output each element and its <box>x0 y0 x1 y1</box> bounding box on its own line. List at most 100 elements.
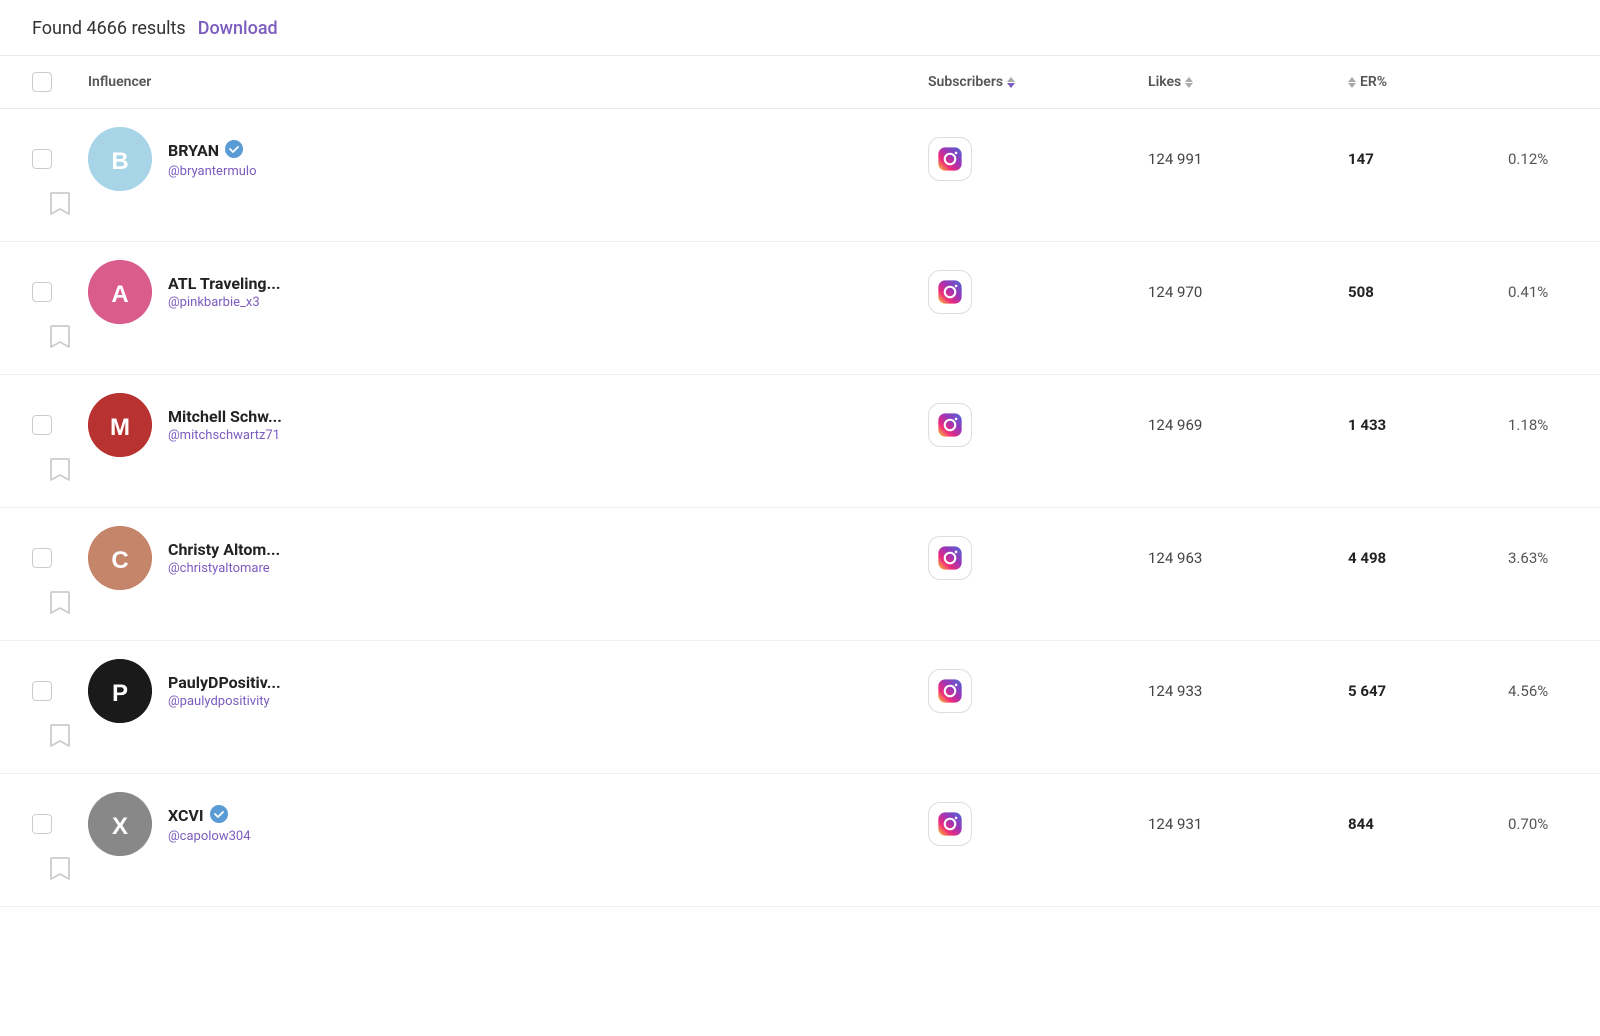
likes-cell-4: 4 498 <box>1348 549 1508 567</box>
instagram-icon-2 <box>928 270 972 314</box>
subscribers-column-header[interactable]: Subscribers <box>928 74 1148 90</box>
bookmark-cell-2[interactable] <box>32 324 88 356</box>
avatar-1: B <box>88 127 152 191</box>
bookmark-icon-1[interactable] <box>49 191 71 223</box>
verified-icon-1 <box>225 140 243 162</box>
influencer-name-5: PaulyDPositiv... <box>168 673 281 692</box>
likes-cell-5: 5 647 <box>1348 682 1508 700</box>
likes-sort-icon[interactable] <box>1185 77 1193 88</box>
instagram-icon-3 <box>928 403 972 447</box>
bookmark-icon-2[interactable] <box>49 324 71 356</box>
platform-cell-4 <box>928 536 1148 580</box>
likes-cell-2: 508 <box>1348 283 1508 301</box>
row-checkbox-1[interactable] <box>32 149 52 169</box>
subscribers-cell-1: 124 991 <box>1148 150 1348 168</box>
avatar-3: M <box>88 393 152 457</box>
verified-icon-6 <box>210 805 228 827</box>
top-bar: Found 4666 results Download <box>0 0 1600 56</box>
bookmark-icon-5[interactable] <box>49 723 71 755</box>
svg-text:M: M <box>110 414 130 441</box>
table-row: C Christy Altom... @christyaltomare <box>0 508 1600 641</box>
influencer-info-5: PaulyDPositiv... @paulydpositivity <box>168 673 281 709</box>
bookmark-cell-3[interactable] <box>32 457 88 489</box>
influencer-handle-1[interactable]: @bryantermulo <box>168 164 257 179</box>
influencer-handle-3[interactable]: @mitchschwartz71 <box>168 428 282 443</box>
svg-text:X: X <box>112 813 128 840</box>
likes-cell-6: 844 <box>1348 815 1508 833</box>
avatar-2: A <box>88 260 152 324</box>
row-checkbox-5[interactable] <box>32 681 52 701</box>
instagram-icon-5 <box>928 669 972 713</box>
influencer-handle-6[interactable]: @capolow304 <box>168 829 251 844</box>
likes-cell-3: 1 433 <box>1348 416 1508 434</box>
avatar-4: C <box>88 526 152 590</box>
subscribers-cell-2: 124 970 <box>1148 283 1348 301</box>
influencer-info-2: ATL Traveling... @pinkbarbie_x3 <box>168 274 281 310</box>
row-checkbox-cell-6[interactable] <box>32 814 88 834</box>
er-sort-icon-left[interactable] <box>1348 77 1356 88</box>
row-checkbox-cell-1[interactable] <box>32 149 88 169</box>
row-checkbox-6[interactable] <box>32 814 52 834</box>
influencer-name-4: Christy Altom... <box>168 540 280 559</box>
subscribers-cell-6: 124 931 <box>1148 815 1348 833</box>
subscribers-cell-3: 124 969 <box>1148 416 1348 434</box>
table-row: M Mitchell Schw... @mitchschwartz71 <box>0 375 1600 508</box>
bookmark-icon-4[interactable] <box>49 590 71 622</box>
found-results-text: Found 4666 results <box>32 18 186 39</box>
influencer-name-2: ATL Traveling... <box>168 274 281 293</box>
download-link[interactable]: Download <box>198 18 278 39</box>
er-cell-3: 1.18% <box>1508 416 1568 434</box>
table-row: P PaulyDPositiv... @paulydpositivity <box>0 641 1600 774</box>
row-checkbox-cell-3[interactable] <box>32 415 88 435</box>
table-row: A ATL Traveling... @pinkbarbie_x3 <box>0 242 1600 375</box>
er-cell-4: 3.63% <box>1508 549 1568 567</box>
subscribers-sort-icon[interactable] <box>1007 77 1015 88</box>
influencer-cell-2: A ATL Traveling... @pinkbarbie_x3 <box>88 260 928 324</box>
bookmark-cell-6[interactable] <box>32 856 88 888</box>
influencer-handle-5[interactable]: @paulydpositivity <box>168 694 281 709</box>
influencer-cell-6: X XCVI @capolow304 <box>88 792 928 856</box>
influencer-cell-4: C Christy Altom... @christyaltomare <box>88 526 928 590</box>
row-checkbox-cell-2[interactable] <box>32 282 88 302</box>
platform-cell-5 <box>928 669 1148 713</box>
influencer-handle-2[interactable]: @pinkbarbie_x3 <box>168 295 281 310</box>
influencer-info-6: XCVI @capolow304 <box>168 805 251 844</box>
svg-text:A: A <box>111 281 128 308</box>
row-checkbox-cell-4[interactable] <box>32 548 88 568</box>
influencer-cell-1: B BRYAN @bryantermulo <box>88 127 928 191</box>
row-checkbox-2[interactable] <box>32 282 52 302</box>
influencer-info-3: Mitchell Schw... @mitchschwartz71 <box>168 407 282 443</box>
bookmark-icon-3[interactable] <box>49 457 71 489</box>
row-checkbox-cell-5[interactable] <box>32 681 88 701</box>
influencer-name-1: BRYAN <box>168 140 257 162</box>
instagram-icon-4 <box>928 536 972 580</box>
influencer-info-1: BRYAN @bryantermulo <box>168 140 257 179</box>
select-all-checkbox[interactable] <box>32 72 52 92</box>
table-row: X XCVI @capolow304 <box>0 774 1600 907</box>
bookmark-icon-6[interactable] <box>49 856 71 888</box>
influencer-cell-3: M Mitchell Schw... @mitchschwartz71 <box>88 393 928 457</box>
likes-column-header[interactable]: Likes <box>1148 74 1348 90</box>
instagram-icon-6 <box>928 802 972 846</box>
platform-cell-6 <box>928 802 1148 846</box>
influencer-handle-4[interactable]: @christyaltomare <box>168 561 280 576</box>
bookmark-cell-5[interactable] <box>32 723 88 755</box>
influencer-column-header: Influencer <box>88 74 928 90</box>
likes-cell-1: 147 <box>1348 150 1508 168</box>
er-cell-6: 0.70% <box>1508 815 1568 833</box>
er-column-header[interactable]: ER% <box>1348 74 1508 90</box>
influencer-cell-5: P PaulyDPositiv... @paulydpositivity <box>88 659 928 723</box>
platform-cell-2 <box>928 270 1148 314</box>
row-checkbox-4[interactable] <box>32 548 52 568</box>
select-all-checkbox-cell[interactable] <box>32 72 88 92</box>
svg-text:P: P <box>112 680 128 707</box>
row-checkbox-3[interactable] <box>32 415 52 435</box>
platform-cell-1 <box>928 137 1148 181</box>
platform-cell-3 <box>928 403 1148 447</box>
avatar-5: P <box>88 659 152 723</box>
subscribers-cell-5: 124 933 <box>1148 682 1348 700</box>
bookmark-cell-4[interactable] <box>32 590 88 622</box>
instagram-icon-1 <box>928 137 972 181</box>
table-rows-container: B BRYAN @bryantermulo <box>0 109 1600 907</box>
bookmark-cell-1[interactable] <box>32 191 88 223</box>
